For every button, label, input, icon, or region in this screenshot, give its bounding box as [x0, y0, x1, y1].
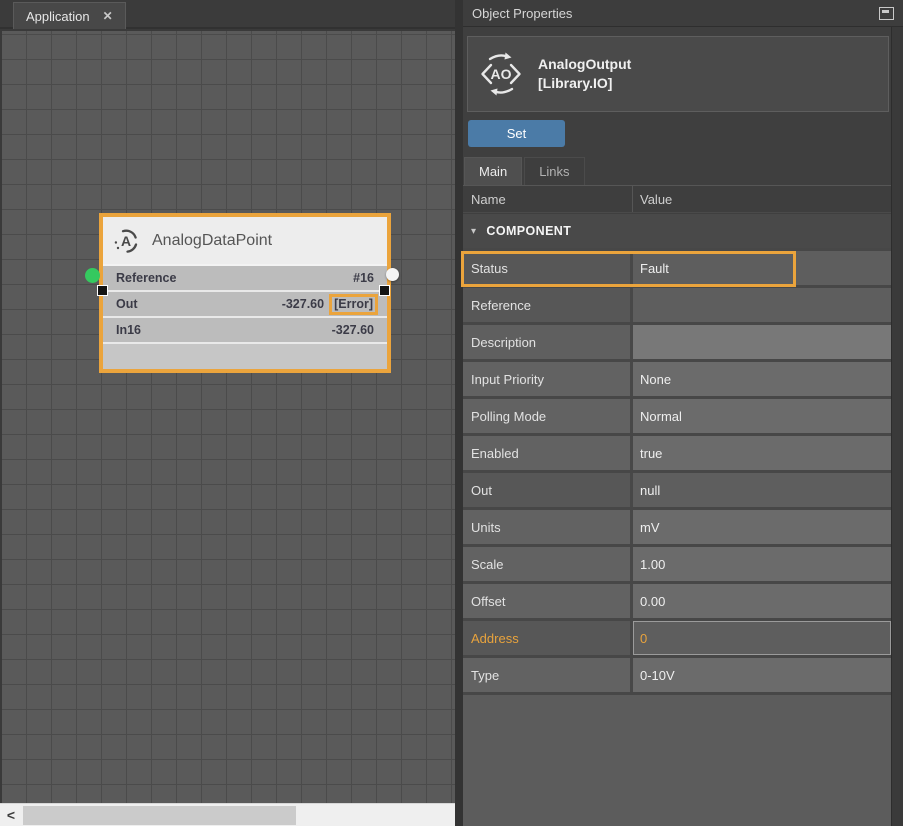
input-port-dot[interactable] [85, 268, 100, 283]
property-row[interactable]: Status Fault [463, 251, 891, 285]
property-row[interactable]: Polling Mode Normal [463, 399, 891, 433]
prop-value[interactable]: 0.00 [633, 584, 891, 618]
panel-title: Object Properties [472, 6, 572, 21]
tab-application-label: Application [26, 9, 90, 24]
property-row[interactable]: Address 0 [463, 621, 891, 655]
prop-value[interactable]: true [633, 436, 891, 470]
svg-text:AO: AO [491, 66, 512, 82]
tab-links[interactable]: Links [524, 157, 584, 185]
prop-value[interactable] [633, 288, 891, 322]
prop-value[interactable]: null [633, 473, 891, 507]
block-pin-row[interactable]: Reference #16 [103, 266, 387, 292]
section-component[interactable]: ▾ COMPONENT [463, 214, 891, 248]
object-properties-panel: Object Properties AO AnalogOutput [Libra… [463, 0, 903, 826]
prop-name: Reference [463, 288, 633, 322]
analog-datapoint-block[interactable]: A AnalogDataPoint Reference #16 Out -327… [99, 213, 391, 373]
pin-name: Out [116, 297, 138, 311]
object-summary-card: AO AnalogOutput [Library.IO] [467, 36, 889, 112]
block-title: AnalogDataPoint [152, 232, 272, 250]
scroll-left-arrow-icon[interactable]: < [0, 804, 22, 826]
prop-name: Description [463, 325, 633, 359]
object-library: [Library.IO] [538, 74, 631, 93]
analog-datapoint-icon: A [113, 228, 139, 254]
collapse-caret-icon[interactable]: ▾ [471, 226, 476, 237]
property-table-header: Name Value [463, 185, 891, 213]
property-row[interactable]: Scale 1.00 [463, 547, 891, 581]
error-badge: [Error] [329, 294, 378, 315]
prop-value[interactable]: Normal [633, 399, 891, 433]
property-rows: Status Fault Reference Description Input… [463, 251, 891, 692]
property-row[interactable]: Enabled true [463, 436, 891, 470]
tab-close-icon[interactable]: ✕ [103, 9, 113, 23]
prop-value[interactable]: 0 [633, 621, 891, 655]
prop-value[interactable]: None [633, 362, 891, 396]
prop-name: Input Priority [463, 362, 633, 396]
column-header-value: Value [633, 192, 672, 207]
prop-name: Scale [463, 547, 633, 581]
prop-name: Status [463, 251, 633, 285]
property-row[interactable]: Reference [463, 288, 891, 322]
output-port-dot[interactable] [386, 268, 399, 281]
selection-handle-left[interactable] [97, 285, 108, 296]
panel-header: Object Properties [463, 0, 903, 27]
set-button[interactable]: Set [468, 120, 565, 147]
table-empty-area [463, 695, 891, 826]
pane-divider[interactable] [455, 0, 463, 826]
property-row[interactable]: Out null [463, 473, 891, 507]
prop-name: Out [463, 473, 633, 507]
prop-name: Polling Mode [463, 399, 633, 433]
block-header[interactable]: A AnalogDataPoint [103, 217, 387, 266]
property-row[interactable]: Description [463, 325, 891, 359]
block-pin-row[interactable]: In16 -327.60 [103, 318, 387, 344]
pin-name: In16 [116, 323, 141, 337]
block-footer [103, 344, 387, 369]
svg-text:A: A [121, 233, 131, 249]
prop-value[interactable]: mV [633, 510, 891, 544]
property-row[interactable]: Units mV [463, 510, 891, 544]
property-row[interactable]: Type 0-10V [463, 658, 891, 692]
prop-value[interactable] [633, 325, 891, 359]
property-row[interactable]: Input Priority None [463, 362, 891, 396]
property-table: ▾ COMPONENT Status Fault Reference Descr… [463, 214, 891, 695]
prop-name: Enabled [463, 436, 633, 470]
section-label: COMPONENT [486, 224, 571, 238]
pin-value: #16 [353, 271, 374, 285]
analog-output-icon: AO [477, 50, 525, 98]
prop-value[interactable]: 0-10V [633, 658, 891, 692]
prop-name: Address [463, 621, 633, 655]
prop-name: Type [463, 658, 633, 692]
pin-value: -327.60 [282, 297, 324, 311]
panel-right-margin [891, 27, 903, 826]
prop-value[interactable]: Fault [633, 251, 891, 285]
object-type-name: AnalogOutput [538, 55, 631, 74]
prop-name: Units [463, 510, 633, 544]
scrollbar-thumb[interactable] [23, 806, 296, 825]
selection-handle-right[interactable] [379, 285, 390, 296]
property-row[interactable]: Offset 0.00 [463, 584, 891, 618]
tab-main[interactable]: Main [464, 157, 522, 185]
application-window: Application ✕ A AnalogDataPoint Refe [0, 0, 903, 826]
prop-name: Offset [463, 584, 633, 618]
block-pin-rows: Reference #16 Out -327.60 [Error] In16 -… [103, 266, 387, 344]
canvas-tab-bar: Application ✕ [0, 0, 455, 29]
wiresheet-canvas[interactable]: A AnalogDataPoint Reference #16 Out -327… [2, 31, 455, 803]
horizontal-scrollbar[interactable]: < [0, 803, 455, 826]
tab-application[interactable]: Application ✕ [13, 2, 126, 29]
column-header-name: Name [463, 186, 633, 212]
pin-name: Reference [116, 271, 176, 285]
pin-value: -327.60 [332, 323, 374, 337]
block-pin-row[interactable]: Out -327.60 [Error] [103, 292, 387, 318]
panel-tabs: Main Links [464, 157, 585, 185]
panel-minimize-icon[interactable] [879, 7, 894, 20]
prop-value[interactable]: 1.00 [633, 547, 891, 581]
